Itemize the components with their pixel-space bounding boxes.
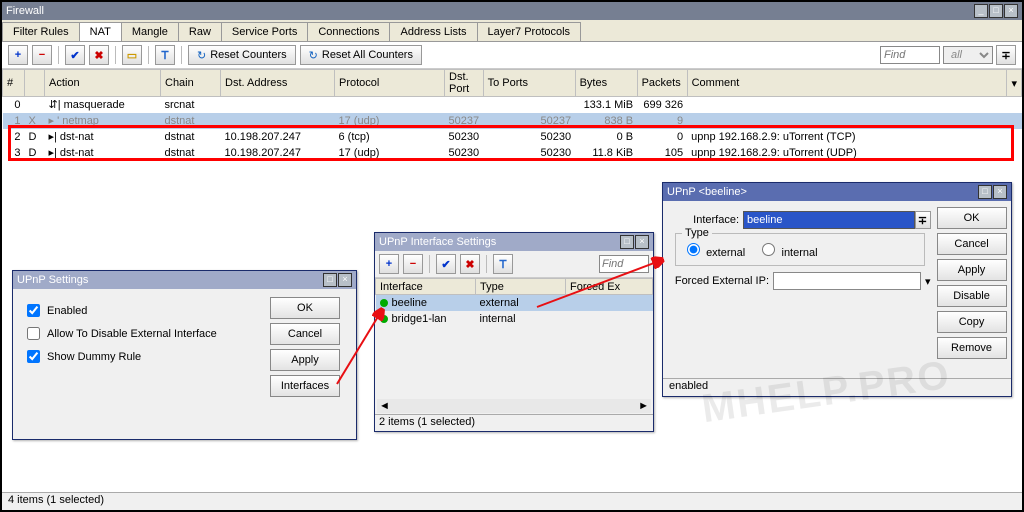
table-row[interactable]: 3D▸| dst-natdstnat10.198.207.24717 (udp)… bbox=[3, 145, 1022, 161]
detail-close-icon[interactable]: × bbox=[993, 185, 1007, 199]
iface-close-icon[interactable]: × bbox=[635, 235, 649, 249]
upnp-settings-titlebar: UPnP Settings □× bbox=[13, 271, 356, 289]
iface-remove-icon[interactable]: − bbox=[403, 254, 423, 274]
upnp-settings-window: UPnP Settings □× Enabled Allow To Disabl… bbox=[12, 270, 357, 440]
detail-remove-button[interactable]: Remove bbox=[937, 337, 1007, 359]
iface-find-input[interactable] bbox=[599, 255, 649, 273]
col-toports[interactable]: To Ports bbox=[483, 70, 575, 97]
upnp-settings-max-icon[interactable]: □ bbox=[323, 273, 337, 287]
col-dstport[interactable]: Dst. Port bbox=[445, 70, 484, 97]
detail-max-icon[interactable]: □ bbox=[978, 185, 992, 199]
table-row[interactable]: 2D▸| dst-natdstnat10.198.207.2476 (tcp)5… bbox=[3, 129, 1022, 145]
close-icon[interactable]: × bbox=[1004, 4, 1018, 18]
iface-filter-icon[interactable]: 𝖳 bbox=[493, 254, 513, 274]
iface-label: Interface: bbox=[669, 214, 739, 226]
window-title: Firewall bbox=[6, 2, 44, 20]
forced-ip-input[interactable] bbox=[773, 272, 921, 290]
upnp-cancel-button[interactable]: Cancel bbox=[270, 323, 340, 345]
tab-nat[interactable]: NAT bbox=[79, 22, 122, 41]
iface-enable-icon[interactable]: ✔ bbox=[436, 254, 456, 274]
nat-table: # Action Chain Dst. Address Protocol Dst… bbox=[2, 69, 1022, 161]
col-packets[interactable]: Packets bbox=[637, 70, 687, 97]
col-chain[interactable]: Chain bbox=[161, 70, 221, 97]
col-num[interactable]: # bbox=[3, 70, 25, 97]
tab-filter-rules[interactable]: Filter Rules bbox=[2, 22, 80, 41]
iface-settings-window: UPnP Interface Settings □× + − ✔ ✖ 𝖳 Int… bbox=[374, 232, 654, 432]
reset-counters-button[interactable]: ↻Reset Counters bbox=[188, 45, 296, 65]
type-label: Type bbox=[682, 227, 712, 239]
upnp-interfaces-button[interactable]: Interfaces bbox=[270, 375, 340, 397]
iface-col-type[interactable]: Type bbox=[476, 279, 566, 295]
detail-cancel-button[interactable]: Cancel bbox=[937, 233, 1007, 255]
main-titlebar: Firewall _ □ × bbox=[2, 2, 1022, 20]
tab-raw[interactable]: Raw bbox=[178, 22, 222, 41]
col-action[interactable]: Action bbox=[45, 70, 161, 97]
detail-disable-button[interactable]: Disable bbox=[937, 285, 1007, 307]
maximize-icon[interactable]: □ bbox=[989, 4, 1003, 18]
filter-select[interactable]: all bbox=[943, 46, 993, 64]
iface-max-icon[interactable]: □ bbox=[620, 235, 634, 249]
col-more-icon[interactable]: ▾ bbox=[1007, 70, 1022, 97]
upnp-detail-window: UPnP <beeline> □× Interface: ∓ Type exte… bbox=[662, 182, 1012, 397]
main-statusbar: 4 items (1 selected) bbox=[2, 492, 1022, 510]
minimize-icon[interactable]: _ bbox=[974, 4, 988, 18]
reset-all-counters-button[interactable]: ↻Reset All Counters bbox=[300, 45, 422, 65]
col-flag[interactable] bbox=[25, 70, 45, 97]
col-dstaddr[interactable]: Dst. Address bbox=[221, 70, 335, 97]
add-icon[interactable]: + bbox=[8, 45, 28, 65]
iface-col-interface[interactable]: Interface bbox=[376, 279, 476, 295]
table-row[interactable]: 0⇵| masqueradesrcnat133.1 MiB699 326 bbox=[3, 97, 1022, 113]
iface-dropdown-icon[interactable]: ∓ bbox=[915, 211, 931, 229]
tab-bar: Filter Rules NAT Mangle Raw Service Port… bbox=[2, 20, 1022, 42]
detail-status: enabled bbox=[663, 378, 1011, 396]
table-row[interactable]: 1X▸ ' netmapdstnat17 (udp)5023750237838 … bbox=[3, 113, 1022, 129]
enabled-checkbox[interactable]: Enabled bbox=[23, 301, 268, 320]
table-row[interactable]: bridge1-laninternal bbox=[376, 311, 653, 327]
enable-icon[interactable]: ✔ bbox=[65, 45, 85, 65]
remove-icon[interactable]: − bbox=[32, 45, 52, 65]
main-toolbar: + − ✔ ✖ ▭ 𝖳 ↻Reset Counters ↻Reset All C… bbox=[2, 42, 1022, 69]
tab-layer7[interactable]: Layer7 Protocols bbox=[477, 22, 582, 41]
upnp-apply-button[interactable]: Apply bbox=[270, 349, 340, 371]
allow-disable-checkbox[interactable]: Allow To Disable External Interface bbox=[23, 324, 268, 343]
detail-apply-button[interactable]: Apply bbox=[937, 259, 1007, 281]
upnp-ok-button[interactable]: OK bbox=[270, 297, 340, 319]
iface-add-icon[interactable]: + bbox=[379, 254, 399, 274]
tab-connections[interactable]: Connections bbox=[307, 22, 390, 41]
forced-ip-dropdown-icon[interactable]: ▾ bbox=[925, 275, 931, 288]
iface-status: 2 items (1 selected) bbox=[375, 414, 653, 431]
h-scrollbar[interactable]: ◄► bbox=[377, 399, 651, 413]
iface-table: Interface Type Forced Ex beelineexternal… bbox=[375, 278, 653, 327]
iface-col-forced[interactable]: Forced Ex bbox=[566, 279, 653, 295]
tab-mangle[interactable]: Mangle bbox=[121, 22, 179, 41]
forced-ip-label: Forced External IP: bbox=[669, 275, 769, 287]
iface-settings-titlebar: UPnP Interface Settings □× bbox=[375, 233, 653, 251]
find-input[interactable] bbox=[880, 46, 940, 64]
tab-address-lists[interactable]: Address Lists bbox=[389, 22, 477, 41]
col-bytes[interactable]: Bytes bbox=[575, 70, 637, 97]
disable-icon[interactable]: ✖ bbox=[89, 45, 109, 65]
detail-ok-button[interactable]: OK bbox=[937, 207, 1007, 229]
filter-dropdown-icon[interactable]: ∓ bbox=[996, 45, 1016, 65]
iface-input[interactable] bbox=[743, 211, 915, 229]
upnp-detail-titlebar: UPnP <beeline> □× bbox=[663, 183, 1011, 201]
type-external-radio[interactable]: external bbox=[682, 247, 745, 259]
col-comment[interactable]: Comment bbox=[687, 70, 1007, 97]
filter-icon[interactable]: 𝖳 bbox=[155, 45, 175, 65]
table-row[interactable]: beelineexternal bbox=[376, 295, 653, 311]
show-dummy-checkbox[interactable]: Show Dummy Rule bbox=[23, 347, 268, 366]
type-internal-radio[interactable]: internal bbox=[757, 247, 817, 259]
detail-copy-button[interactable]: Copy bbox=[937, 311, 1007, 333]
upnp-settings-close-icon[interactable]: × bbox=[338, 273, 352, 287]
col-protocol[interactable]: Protocol bbox=[335, 70, 445, 97]
tab-service-ports[interactable]: Service Ports bbox=[221, 22, 308, 41]
comment-icon[interactable]: ▭ bbox=[122, 45, 142, 65]
iface-disable-icon[interactable]: ✖ bbox=[460, 254, 480, 274]
